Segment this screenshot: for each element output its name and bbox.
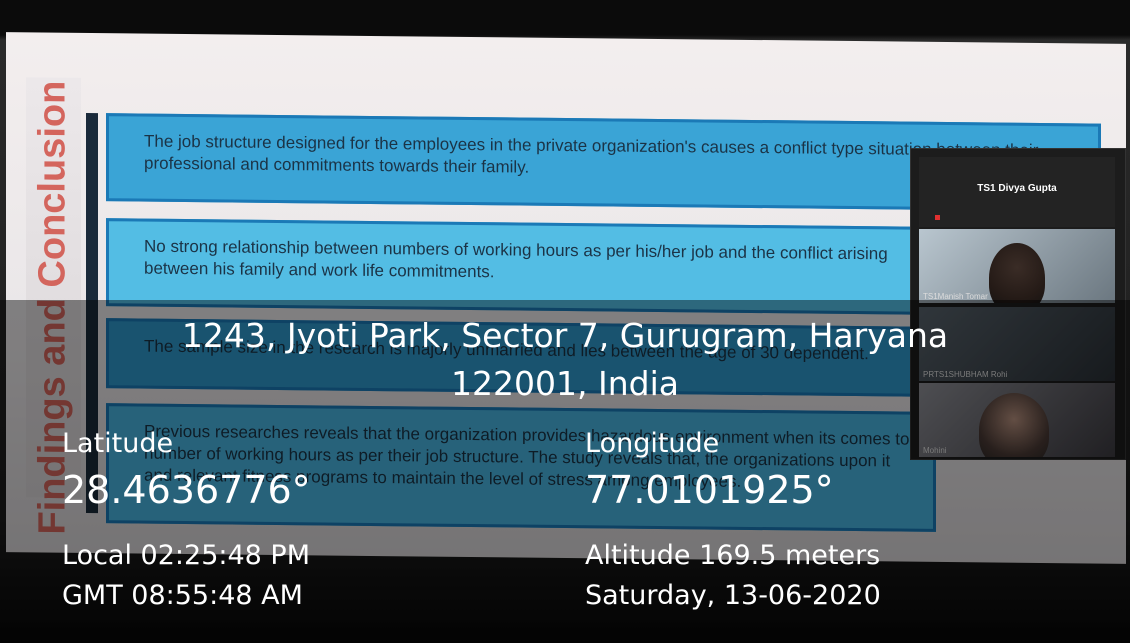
participant-tile[interactable]: TS1Manish Tomar — [919, 229, 1115, 303]
latitude-value: 28.4636776° — [62, 468, 311, 512]
gmt-time: GMT 08:55:48 AM — [62, 580, 303, 611]
latitude-label: Latitude — [62, 428, 174, 459]
altitude: Altitude 169.5 meters — [585, 540, 881, 571]
longitude-label: Longitude — [585, 428, 720, 459]
address-line-1: 1243, Jyoti Park, Sector 7, Gurugram, Ha… — [181, 316, 949, 355]
participant-name: TS1 Divya Gupta — [977, 183, 1057, 194]
local-time: Local 02:25:48 PM — [62, 540, 310, 571]
participant-video — [989, 243, 1045, 303]
longitude-value: 77.0101925° — [585, 468, 834, 512]
date: Saturday, 13-06-2020 — [585, 580, 881, 611]
participant-tile[interactable]: TS1 Divya Gupta — [919, 157, 1115, 227]
address-line-2: 122001, India — [451, 364, 679, 403]
mic-muted-icon — [935, 215, 940, 220]
